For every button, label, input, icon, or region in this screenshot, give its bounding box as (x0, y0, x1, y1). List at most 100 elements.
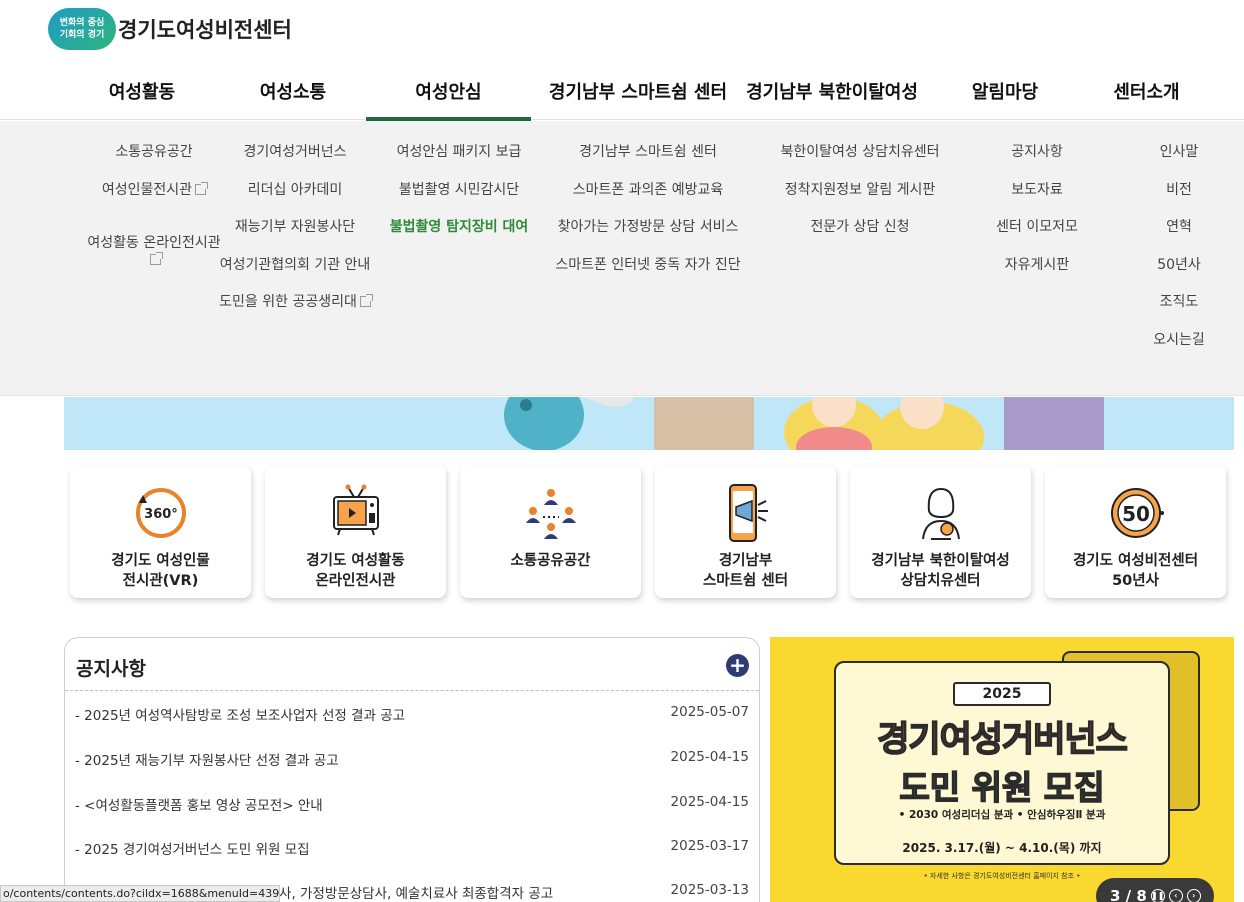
notice-row-date: 2025-03-17 (670, 838, 749, 854)
menu-link[interactable]: 자유게시판 (1005, 256, 1069, 294)
menu-link[interactable]: 리더십 아카데미 (248, 181, 343, 219)
notice-more-button[interactable]: + (726, 654, 749, 677)
prev-slide-icon[interactable]: ‹ (1168, 889, 1183, 902)
menu-link[interactable]: 재능기부 자원봉사단 (235, 218, 355, 256)
site-logo[interactable]: 변화의 중심 기회의 경기 경기도여성비전센터 (48, 8, 292, 50)
next-slide-icon[interactable]: › (1186, 889, 1201, 902)
menu-link[interactable]: 스마트폰 인터넷 중독 자가 진단 (555, 256, 740, 294)
quick-card-label: 경기도 여성활동 온라인전시관 (306, 553, 405, 589)
menu-link[interactable]: 소통공유공간 (115, 143, 192, 181)
quick-card-counseling-center[interactable]: 경기남부 북한이탈여성 상담치유센터 (850, 465, 1031, 598)
notice-row-text: 2025 경기여성거버넌스 도민 위원 모집 (84, 842, 310, 858)
menu-link[interactable]: 비전 (1166, 181, 1192, 219)
promo-categories: • 2030 여성리더십 분과 • 안심하우징Ⅱ 분과 (898, 809, 1106, 821)
menu-column-notice: 공지사항 보도자료 센터 이모저모 자유게시판 (978, 143, 1096, 293)
logo-badge: 변화의 중심 기회의 경기 (48, 8, 116, 50)
menu-column-north-korean-women: 북한이탈여성 상담치유센터 정착지원정보 알림 게시판 전문가 상담 신청 (770, 143, 950, 256)
notice-board: 공지사항 + - 2025년 여성역사탐방로 조성 보조사업자 선정 결과 공고… (64, 637, 760, 902)
menu-link[interactable]: 북한이탈여성 상담치유센터 (780, 143, 939, 181)
menu-link[interactable]: 인사말 (1160, 143, 1199, 181)
menu-link[interactable]: 여성기관협의회 기관 안내 (220, 256, 371, 294)
menu-link-active[interactable]: 불법촬영 탐지장비 대여 (390, 218, 529, 256)
menu-link[interactable]: 센터 이모저모 (996, 218, 1078, 256)
woman-counseling-icon (921, 487, 960, 540)
menu-link[interactable]: 보도자료 (1011, 181, 1063, 219)
quick-card-vr-exhibition[interactable]: 360° 경기도 여성인물 전시관(VR) (70, 465, 251, 598)
smartphone-megaphone-icon (728, 484, 768, 542)
quick-card-50-years[interactable]: 50 경기도 여성비전센터 50년사 (1045, 465, 1226, 598)
menu-link[interactable]: 찾아가는 가정방문 상담 서비스 (558, 218, 739, 256)
menu-link[interactable]: 여성인물전시관 (102, 181, 209, 219)
quick-card-label: 경기도 여성비전센터 50년사 (1072, 553, 1199, 589)
promotion-popup-banner[interactable]: 2025 경기여성거버넌스 도민 위원 모집 • 2030 여성리더십 분과 •… (770, 637, 1234, 902)
gnb-women-communication[interactable]: 여성소통 (220, 62, 366, 119)
site-header: 변화의 중심 기회의 경기 경기도여성비전센터 여성활동 여성소통 여성안심 경… (0, 0, 1244, 121)
menu-link[interactable]: 오시는길 (1153, 331, 1205, 369)
menu-link[interactable]: 경기여성거버넌스 (243, 143, 346, 181)
gnb-center-intro[interactable]: 센터소개 (1091, 62, 1202, 119)
quick-card-smart-rest-center[interactable]: 경기남부 스마트쉼 센터 (655, 465, 836, 598)
quick-card-label: 소통공유공간 (510, 553, 591, 569)
quick-card-online-exhibition[interactable]: 경기도 여성활동 온라인전시관 (265, 465, 446, 598)
svg-text:360°: 360° (144, 507, 178, 522)
menu-link[interactable]: 조직도 (1160, 293, 1199, 331)
menu-link-label: 도민을 위한 공공생리대 (219, 294, 357, 310)
quick-card-label: 경기남부 스마트쉼 센터 (702, 553, 789, 589)
notice-row[interactable]: - 2025 경기여성거버넌스 도민 위원 모집 2025-03-17 (75, 838, 749, 860)
menu-link-label: 여성활동 온라인전시관 (87, 234, 221, 251)
promo-title: 경기여성거버넌스 (876, 719, 1128, 761)
menu-link[interactable]: 여성안심 패키지 보급 (397, 143, 522, 181)
logo-badge-line2: 기회의 경기 (59, 30, 105, 40)
promo-year-ribbon: 2025 (953, 682, 1051, 706)
external-link-icon (150, 251, 163, 265)
notice-row-date: 2025-05-07 (670, 704, 749, 720)
browser-status-url: o/contents/contents.do?cildx=1688&menuId… (0, 885, 280, 902)
notice-row-text: 2025년 재능기부 자원봉사단 선정 결과 공고 (84, 753, 339, 769)
main-visual-banner[interactable] (64, 397, 1234, 450)
menu-link[interactable]: 공지사항 (1011, 143, 1063, 181)
notice-row-date: 2025-03-13 (670, 882, 749, 898)
notice-title: 공지사항 (76, 658, 146, 680)
menu-column-communication: 경기여성거버넌스 리더십 아카데미 재능기부 자원봉사단 여성기관협의회 기관 … (202, 143, 388, 331)
slide-counter: 3 / 8 (1110, 887, 1147, 902)
menu-link[interactable]: 50년사 (1157, 256, 1201, 294)
menu-link-label: 소통공유공간 (115, 144, 193, 160)
quick-card-label: 경기도 여성인물 전시관(VR) (111, 553, 210, 589)
menu-link[interactable]: 전문가 상담 신청 (810, 218, 909, 256)
slide-pager: 3 / 8 ❚❚ ‹ › (1096, 878, 1214, 902)
logo-title: 경기도여성비전센터 (118, 18, 292, 42)
quick-card-label: 경기남부 북한이탈여성 상담치유센터 (871, 553, 1010, 589)
quick-card-communication-space[interactable]: 소통공유공간 (460, 465, 641, 598)
gnb-notice-board[interactable]: 알림마당 (919, 62, 1091, 119)
gnb-women-safety[interactable]: 여성안심 (366, 62, 531, 121)
logo-badge-line1: 변화의 중심 (59, 18, 105, 28)
menu-link[interactable]: 정착지원정보 알림 게시판 (785, 181, 936, 219)
menu-link[interactable]: 스마트폰 과의존 예방교육 (573, 181, 724, 219)
notice-row-date: 2025-04-15 (670, 749, 749, 765)
notice-row[interactable]: - 2025년 재능기부 자원봉사단 선정 결과 공고 2025-04-15 (75, 749, 749, 771)
promo-subtitle: 도민 위원 모집 (899, 767, 1106, 808)
notice-row[interactable]: - 2025년 여성역사탐방로 조성 보조사업자 선정 결과 공고 2025-0… (75, 704, 749, 726)
menu-column-smart-rest: 경기남부 스마트쉼 센터 스마트폰 과의존 예방교육 찾아가는 가정방문 상담 … (544, 143, 752, 293)
notice-row-date: 2025-04-15 (670, 794, 749, 810)
notice-row-title: - <여성활동플랫폼 홍보 영상 공모전> 안내 (75, 798, 323, 814)
menu-column-center-intro: 인사말 비전 연혁 50년사 조직도 오시는길 (1140, 143, 1218, 368)
notice-row[interactable]: - <여성활동플랫폼 홍보 영상 공모전> 안내 2025-04-15 (75, 794, 749, 816)
menu-link[interactable]: 불법촬영 시민감시단 (399, 181, 519, 219)
menu-link[interactable]: 여성활동 온라인전시관 (87, 218, 221, 278)
mega-menu-dropdown: 소통공유공간 여성인물전시관 여성활동 온라인전시관 경기여성거버넌스 리더십 … (0, 121, 1244, 396)
notice-row-text: 2025년 여성역사탐방로 조성 보조사업자 선정 결과 공고 (84, 708, 406, 724)
external-link-icon (359, 294, 373, 307)
menu-link[interactable]: 연혁 (1166, 218, 1192, 256)
banner-illustration (504, 397, 1104, 450)
gnb-north-korean-women[interactable]: 경기남부 북한이탈여성 (745, 62, 919, 119)
notice-row-title: - 2025년 여성역사탐방로 조성 보조사업자 선정 결과 공고 (75, 708, 406, 724)
menu-link[interactable]: 경기남부 스마트쉼 센터 (579, 143, 717, 181)
menu-column-safety: 여성안심 패키지 보급 불법촬영 시민감시단 불법촬영 탐지장비 대여 (376, 143, 542, 256)
gnb-smart-rest-center[interactable]: 경기남부 스마트쉼 센터 (531, 62, 745, 119)
pause-icon[interactable]: ❚❚ (1150, 889, 1165, 902)
gnb-women-activity[interactable]: 여성활동 (64, 62, 220, 119)
promo-period: 2025. 3.17.(월) ~ 4.10.(목) 까지 (902, 841, 1102, 855)
menu-link[interactable]: 도민을 위한 공공생리대 (219, 293, 373, 331)
quick-menu: 360° 경기도 여성인물 전시관(VR) 경기도 여성활동 온라인전시관 소통… (70, 465, 1226, 598)
